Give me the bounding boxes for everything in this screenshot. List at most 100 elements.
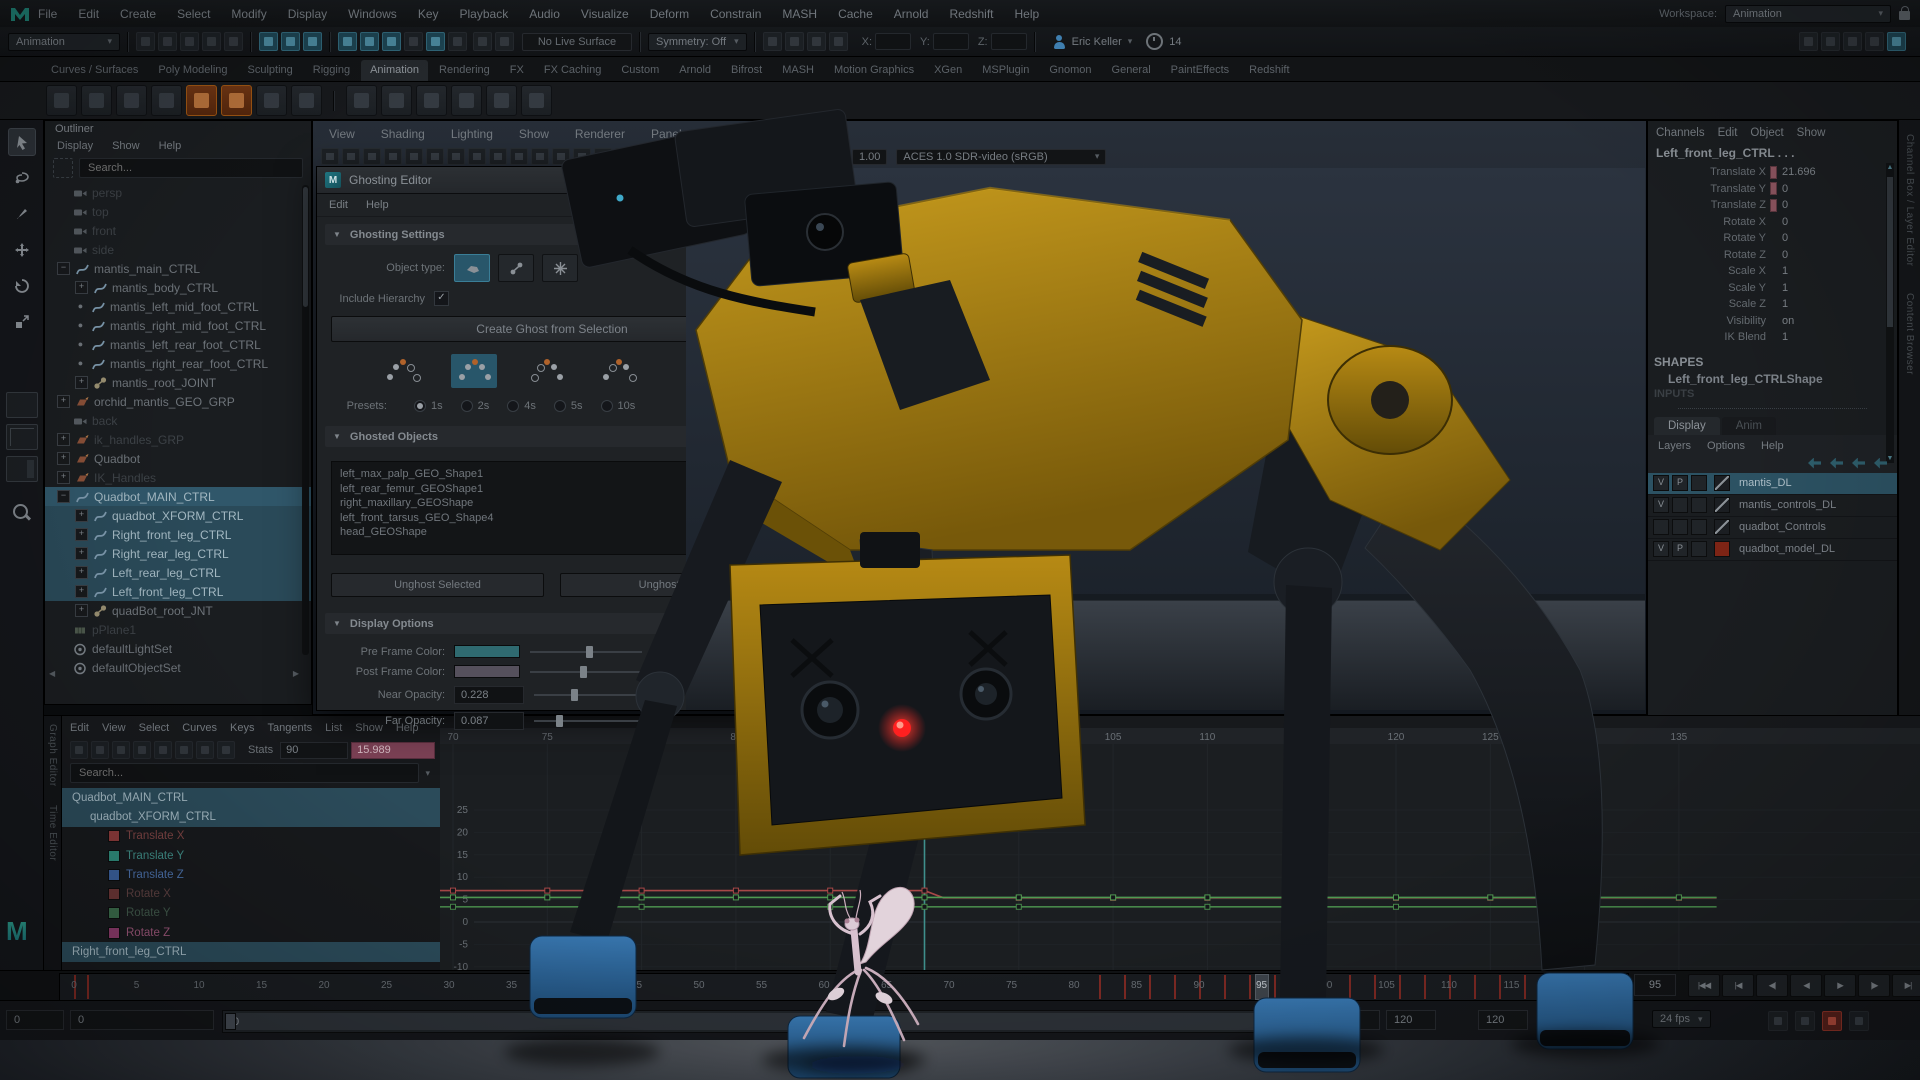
channel-box-menu-edit[interactable]: Edit: [1718, 127, 1738, 139]
maximize-button[interactable]: □: [751, 175, 757, 186]
playback-end-field[interactable]: 120: [1386, 1010, 1436, 1030]
grid-icon[interactable]: [468, 148, 486, 165]
ep-curve-icon[interactable]: [346, 85, 377, 116]
render-settings-icon[interactable]: [807, 32, 826, 51]
scene-end-field[interactable]: 120: [1478, 1010, 1528, 1030]
graph-tree-quadbot-main-ctrl[interactable]: Quadbot_MAIN_CTRL: [62, 788, 440, 807]
snap-curve-icon[interactable]: [360, 32, 379, 51]
window-title-bar[interactable]: M Ghosting Editor ─ □ ✕: [317, 167, 787, 194]
save-scene-icon[interactable]: [180, 32, 199, 51]
menu-playback[interactable]: Playback: [460, 7, 509, 21]
safe-title-icon[interactable]: [594, 148, 612, 165]
tool-settings-icon[interactable]: [1865, 32, 1884, 51]
outliner-item-defaultlightset[interactable]: defaultLightSet: [45, 639, 311, 658]
layer-color-swatch[interactable]: [1714, 475, 1730, 491]
safe-action-icon[interactable]: [573, 148, 591, 165]
menu-edit[interactable]: Edit: [78, 7, 99, 21]
graph-menu-view[interactable]: View: [102, 722, 126, 734]
graph-tree-rotate-x[interactable]: Rotate X: [62, 884, 440, 903]
layer-playback-toggle[interactable]: [1672, 519, 1688, 535]
shelf-tab-fx[interactable]: FX: [501, 60, 533, 81]
retime-tool-icon[interactable]: [154, 741, 172, 759]
shelf-tab-motion-graphics[interactable]: Motion Graphics: [825, 60, 923, 81]
fps-selector[interactable]: 24 fps ▾: [1652, 1010, 1711, 1028]
display-render-icon[interactable]: [829, 32, 848, 51]
step-back-key-button[interactable]: ◀|: [1756, 974, 1788, 997]
layer-playback-toggle[interactable]: P: [1672, 475, 1688, 491]
snap-point-icon[interactable]: [382, 32, 401, 51]
shelf-tab-animation[interactable]: Animation: [361, 60, 428, 81]
shelf-tab-rigging[interactable]: Rigging: [304, 60, 359, 81]
layer-playback-toggle[interactable]: [1672, 497, 1688, 513]
user-account-chip[interactable]: Eric Keller ▾: [1053, 35, 1133, 48]
outliner-item-ik-handles[interactable]: +IK_Handles: [45, 468, 311, 487]
outliner-item-orchid-mantis-geo-grp[interactable]: +orchid_mantis_GEO_GRP: [45, 392, 311, 411]
cv-curve-icon[interactable]: [381, 85, 412, 116]
menu-file[interactable]: File: [38, 7, 57, 21]
layer-playback-toggle[interactable]: P: [1672, 541, 1688, 557]
wireframe-icon[interactable]: [657, 148, 675, 165]
menu-key[interactable]: Key: [418, 7, 439, 21]
ghosted-object-right-maxillary-geoshape[interactable]: right_maxillary_GEOShape: [340, 496, 764, 511]
ipr-render-icon[interactable]: [785, 32, 804, 51]
unghost-selected-icon[interactable]: [221, 85, 252, 116]
graph-menu-keys[interactable]: Keys: [230, 722, 254, 734]
select-object-icon[interactable]: [281, 32, 300, 51]
shelf-tab-xgen[interactable]: XGen: [925, 60, 971, 81]
outliner-item-ik-handles-grp[interactable]: +ik_handles_GRP: [45, 430, 311, 449]
range-slider[interactable]: 0 120: [222, 1010, 1324, 1033]
pre-frame-color-slider[interactable]: [530, 651, 642, 653]
menu-modify[interactable]: Modify: [231, 7, 266, 21]
hud-icon[interactable]: [615, 148, 633, 165]
current-frame-field[interactable]: 95: [1634, 974, 1676, 996]
graph-search-input[interactable]: [70, 763, 419, 783]
ghost-preset-pattern-button-1[interactable]: [379, 354, 425, 388]
shelf-tab-custom[interactable]: Custom: [612, 60, 668, 81]
menu-redshift[interactable]: Redshift: [949, 7, 993, 21]
viewport-menu-panels[interactable]: Panels: [651, 127, 688, 141]
shape-node-name[interactable]: Left_front_leg_CTRLShape: [1648, 369, 1897, 386]
outliner-item-quadbot-xform-ctrl[interactable]: +quadbot_XFORM_CTRL: [45, 506, 311, 525]
image-plane-icon[interactable]: [405, 148, 423, 165]
outliner-item-mantis-root-joint[interactable]: +mantis_root_JOINT: [45, 373, 311, 392]
textured-icon[interactable]: [699, 148, 717, 165]
viewport-menu-show[interactable]: Show: [519, 127, 549, 141]
create-clip-icon[interactable]: [291, 85, 322, 116]
layout-four-pane[interactable]: [6, 424, 38, 450]
empty-layer-icon[interactable]: [1852, 458, 1865, 469]
expander-icon[interactable]: −: [57, 490, 70, 503]
expander-icon[interactable]: −: [57, 262, 70, 275]
section-display-options[interactable]: ▼ Display Options: [325, 613, 779, 634]
menu-mash[interactable]: MASH: [782, 7, 817, 21]
move-layer-up-icon[interactable]: [1808, 458, 1821, 469]
layer-row-mantis-controls-dl[interactable]: Vmantis_controls_DL: [1648, 495, 1897, 517]
expander-icon[interactable]: +: [57, 452, 70, 465]
channel-scale-y[interactable]: Scale Y1: [1648, 280, 1897, 297]
ghosted-object-left-rear-femur-geoshape1[interactable]: left_rear_femur_GEOShape1: [340, 482, 764, 497]
construction-history-icon[interactable]: [495, 32, 514, 51]
redo-icon[interactable]: [224, 32, 243, 51]
shaded-icon[interactable]: [678, 148, 696, 165]
graph-tree-right-front-leg-ctrl[interactable]: Right_front_leg_CTRL: [62, 942, 440, 961]
channel-value[interactable]: 1: [1782, 265, 1788, 277]
shelf-tab-curves-surfaces[interactable]: Curves / Surfaces: [42, 60, 147, 81]
layer-display-mode-toggle[interactable]: [1691, 519, 1707, 535]
outliner-item-persp[interactable]: persp: [45, 183, 311, 202]
layer-visibility-toggle[interactable]: V: [1653, 541, 1669, 557]
exposure-field[interactable]: 1.00: [852, 149, 887, 165]
layer-tab-display[interactable]: Display: [1654, 417, 1720, 435]
graph-editor-curve-view[interactable]: 7075808590951001051101151201251301352520…: [440, 728, 1920, 971]
graph-tree-translate-z[interactable]: Translate Z: [62, 865, 440, 884]
menu-deform[interactable]: Deform: [650, 7, 689, 21]
expander-icon[interactable]: +: [57, 471, 70, 484]
shelf-tab-arnold[interactable]: Arnold: [670, 60, 720, 81]
outliner-filter-icon[interactable]: [53, 158, 73, 178]
channel-value[interactable]: on: [1782, 315, 1794, 327]
channel-value[interactable]: 21.696: [1782, 166, 1816, 178]
hud-toggle-icon[interactable]: [1843, 32, 1862, 51]
unghost-selected-button[interactable]: Unghost Selected: [331, 573, 544, 597]
ghost-selected-icon[interactable]: [186, 85, 217, 116]
channel-translate-y[interactable]: Translate Y0: [1648, 181, 1897, 198]
channel-value[interactable]: 0: [1782, 183, 1788, 195]
channel-scale-x[interactable]: Scale X1: [1648, 263, 1897, 280]
